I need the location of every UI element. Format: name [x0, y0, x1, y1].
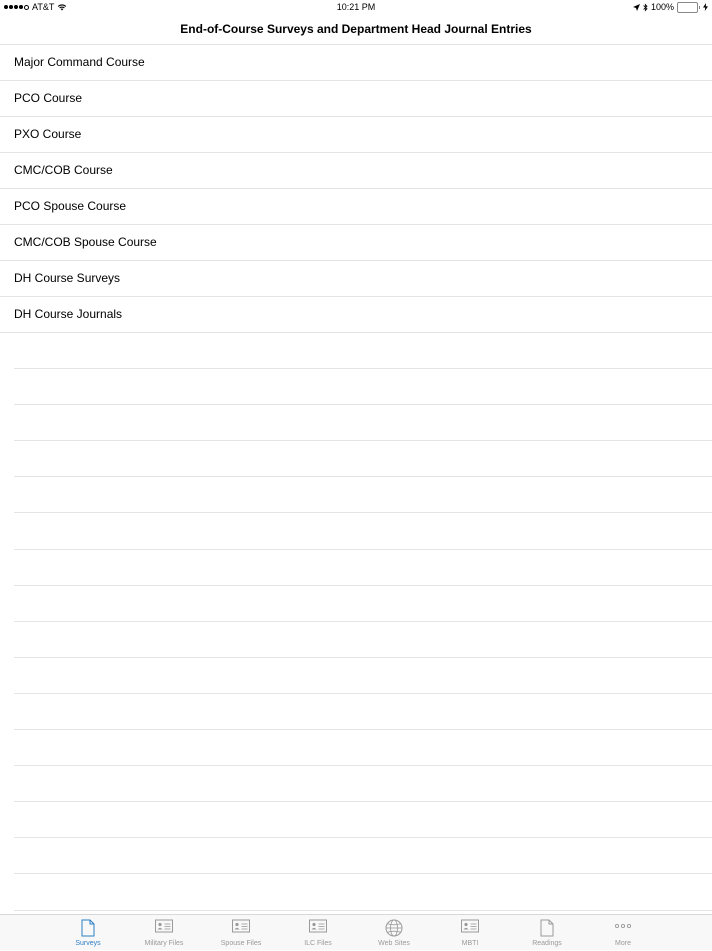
list-item[interactable]: Major Command Course: [0, 45, 712, 81]
empty-row: [0, 694, 712, 731]
list-item-label: DH Course Journals: [14, 307, 123, 321]
id-card-icon: [432, 919, 508, 939]
list-item-label: DH Course Surveys: [14, 271, 121, 285]
list-item[interactable]: PCO Spouse Course: [0, 189, 712, 225]
tab-ilc-files[interactable]: ILC Files: [280, 915, 356, 951]
empty-row: [0, 802, 712, 839]
tab-label: Readings: [532, 940, 562, 947]
course-list: Major Command Course PCO Course PXO Course…: [0, 45, 712, 911]
tab-label: MBTI: [461, 940, 479, 947]
list-item-label: PXO Course: [14, 127, 82, 141]
tab-label: Web Sites: [378, 940, 410, 947]
empty-row: [0, 477, 712, 514]
document-icon: [509, 919, 585, 939]
tab-label: ILC Files: [304, 940, 332, 947]
more-dots-icon: [585, 919, 661, 939]
id-card-icon: [203, 919, 279, 939]
empty-row: [0, 405, 712, 442]
tab-web-sites[interactable]: Web Sites: [356, 915, 432, 951]
list-item[interactable]: PXO Course: [0, 117, 712, 153]
page-title: End-of-Course Surveys and Department Hea…: [180, 22, 532, 36]
list-item[interactable]: DH Course Journals: [0, 297, 712, 333]
tab-spouse-files[interactable]: Spouse Files: [203, 915, 279, 951]
tab-label: Spouse Files: [220, 940, 262, 947]
status-time: 10:21 PM: [336, 2, 376, 12]
carrier-name: AT&T: [32, 2, 55, 12]
signal-strength-icon: [4, 4, 29, 10]
tab-more[interactable]: More: [585, 915, 661, 951]
globe-icon: [356, 919, 432, 939]
list-item-label: CMC/COB Spouse Course: [14, 235, 157, 249]
tab-label: Military Files: [144, 940, 184, 947]
empty-row: [0, 586, 712, 622]
battery-icon: [677, 1, 700, 13]
status-bar: AT&T 10:21 PM 100%: [0, 0, 712, 14]
list-item[interactable]: CMC/COB Spouse Course: [0, 225, 712, 261]
list-item-label: PCO Course: [14, 91, 83, 105]
list-item-label: Major Command Course: [14, 55, 145, 69]
tab-mbti[interactable]: MBTI: [432, 915, 508, 951]
list-item-label: PCO Spouse Course: [14, 199, 127, 213]
empty-row: [0, 658, 712, 694]
location-arrow-icon: [632, 3, 640, 11]
row-divider: [14, 909, 712, 911]
empty-row: [0, 730, 712, 767]
charging-bolt-icon: [703, 3, 708, 11]
list-item-label: CMC/COB Course: [14, 163, 113, 177]
id-card-icon: [280, 919, 356, 939]
empty-row: [0, 766, 712, 803]
tab-surveys[interactable]: Surveys: [50, 915, 126, 951]
bluetooth-icon: [643, 3, 648, 11]
status-left: AT&T: [4, 0, 67, 14]
tab-bar: Surveys Military Files Spouse Files ILC Fil…: [0, 914, 712, 950]
empty-row: [0, 513, 712, 550]
tab-label: More: [615, 940, 631, 947]
empty-row: [0, 333, 712, 370]
status-right: 100%: [632, 0, 708, 14]
empty-row: [0, 369, 712, 406]
battery-percent: 100%: [650, 2, 674, 12]
empty-row: [0, 550, 712, 586]
empty-row: [0, 838, 712, 875]
list-item[interactable]: CMC/COB Course: [0, 153, 712, 189]
navigation-bar: End-of-Course Surveys and Department Hea…: [0, 14, 712, 45]
tab-label: Surveys: [75, 940, 101, 947]
id-card-icon: [126, 919, 202, 939]
tab-readings[interactable]: Readings: [509, 915, 585, 951]
document-icon: [50, 919, 126, 939]
empty-row: [0, 874, 712, 911]
empty-row: [0, 622, 712, 658]
list-item[interactable]: PCO Course: [0, 81, 712, 117]
empty-row: [0, 441, 712, 478]
tab-military-files[interactable]: Military Files: [126, 915, 202, 951]
wifi-icon: [58, 4, 67, 11]
list-item[interactable]: DH Course Surveys: [0, 261, 712, 297]
